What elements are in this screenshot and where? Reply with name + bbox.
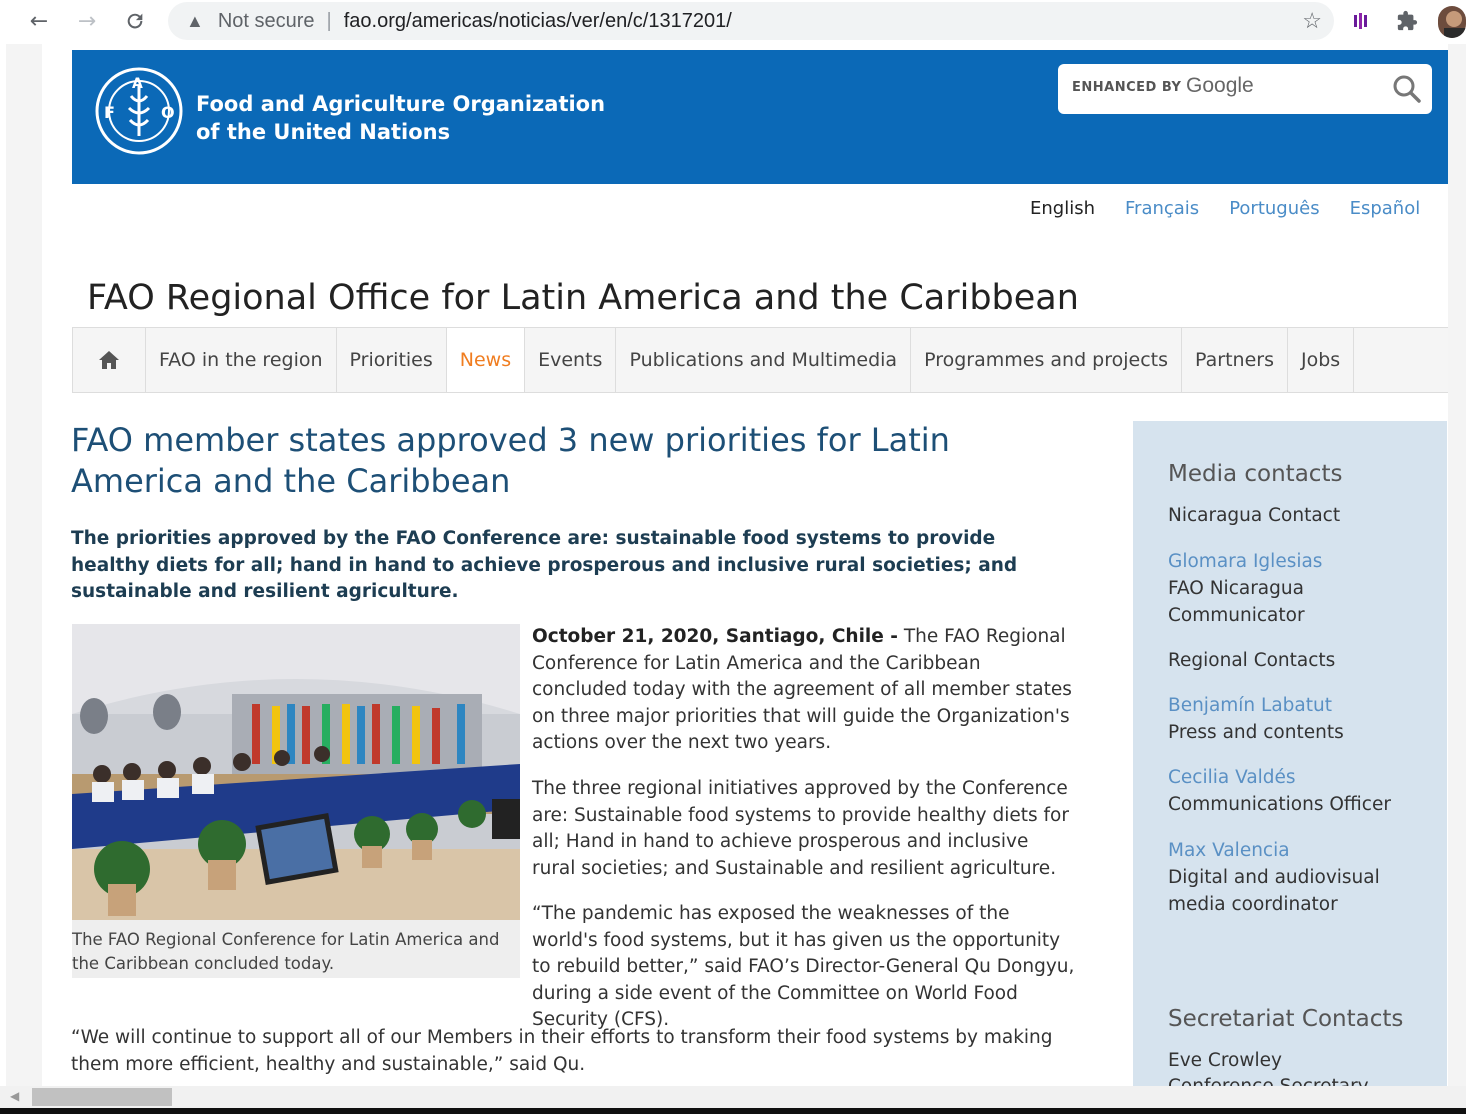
back-button[interactable]: ←: [24, 6, 54, 36]
article-lead: The priorities approved by the FAO Confe…: [71, 528, 1018, 602]
lang-spanish[interactable]: Español: [1350, 198, 1421, 219]
site-header: F A O Food and Agriculture Organization …: [72, 50, 1448, 184]
home-icon: [99, 351, 119, 369]
lang-portuguese[interactable]: Português: [1229, 198, 1319, 219]
article-figure: The FAO Regional Conference for Latin Am…: [72, 624, 520, 978]
conference-photo-illustration: [72, 624, 520, 920]
article-paragraph-1: October 21, 2020, Santiago, Chile - The …: [532, 624, 1077, 757]
nav-events[interactable]: Events: [525, 328, 617, 392]
extension-bars-icon: [1354, 13, 1367, 29]
page-title: FAO Regional Office for Latin America an…: [87, 278, 1079, 318]
scroll-left-icon[interactable]: ◀: [10, 1089, 19, 1103]
article-paragraph-4: “We will continue to support all of our …: [71, 1027, 1053, 1075]
forward-button[interactable]: →: [72, 6, 102, 36]
avatar-face-icon: [1444, 11, 1466, 38]
warning-icon: ▲: [186, 10, 204, 31]
contact-name-eve: Eve Crowley: [1168, 1050, 1282, 1071]
security-label: Not secure: [217, 9, 315, 32]
nav-news[interactable]: News: [446, 328, 526, 392]
nicaragua-contact-label: Nicaragua Contact: [1168, 505, 1341, 526]
horizontal-scrollbar[interactable]: ◀: [0, 1086, 1466, 1108]
taskbar: [0, 1108, 1466, 1114]
media-contacts-sidebar: Media contacts Nicaragua Contact Glomara…: [1133, 421, 1447, 1086]
secretariat-contacts-heading: Secretariat Contacts: [1168, 1006, 1404, 1032]
svg-text:F: F: [104, 103, 115, 122]
browser-toolbar: ← → ▲ Not secure | fao.org/americas/noti…: [0, 0, 1466, 42]
contact-role-cecilia: Communications Officer: [1168, 794, 1391, 815]
article-paragraph-2: The three regional initiatives approved …: [532, 778, 1069, 879]
media-contacts-heading: Media contacts: [1168, 461, 1343, 487]
lang-english[interactable]: English: [1030, 198, 1095, 219]
main-navigation: FAO in the region Priorities News Events…: [72, 327, 1448, 393]
article-paragraph-3: “The pandemic has exposed the weaknesses…: [532, 903, 1075, 1030]
profile-avatar[interactable]: [1438, 6, 1466, 38]
left-gutter: [6, 44, 42, 1086]
lang-french[interactable]: Français: [1125, 198, 1199, 219]
conference-photo[interactable]: [72, 624, 520, 920]
article-dateline: October 21, 2020, Santiago, Chile -: [532, 626, 898, 647]
org-name-line2: of the United Nations: [196, 120, 451, 144]
nav-home[interactable]: [72, 328, 146, 392]
forward-arrow-icon: →: [77, 8, 97, 34]
org-name[interactable]: Food and Agriculture Organization of the…: [196, 90, 605, 146]
puzzle-icon: [1397, 10, 1418, 31]
address-separator: |: [326, 9, 332, 32]
contact-link-glomara[interactable]: Glomara Iglesias: [1168, 551, 1322, 572]
contact-role-glomara: FAO Nicaragua Communicator: [1168, 578, 1305, 626]
contact-link-max[interactable]: Max Valencia: [1168, 840, 1290, 861]
search-brand-label: Google: [1186, 74, 1254, 97]
address-bar[interactable]: ▲ Not secure | fao.org/americas/noticias…: [168, 2, 1334, 40]
bookmark-star-icon[interactable]: ☆: [1302, 8, 1322, 34]
extension-icon[interactable]: [1346, 6, 1376, 36]
nav-fao-in-region[interactable]: FAO in the region: [146, 328, 337, 392]
search-input[interactable]: ENHANCED BY Google: [1058, 64, 1432, 114]
browser-window: ← → ▲ Not secure | fao.org/americas/noti…: [0, 0, 1466, 1114]
search-icon[interactable]: [1392, 74, 1422, 104]
article-title: FAO member states approved 3 new priorit…: [71, 421, 950, 500]
org-name-line1: Food and Agriculture Organization: [196, 92, 606, 116]
scrollbar-thumb[interactable]: [32, 1088, 172, 1106]
right-gutter: [1448, 44, 1466, 1086]
regional-contacts-label: Regional Contacts: [1168, 650, 1336, 671]
nav-jobs[interactable]: Jobs: [1288, 328, 1355, 392]
photo-caption: The FAO Regional Conference for Latin Am…: [72, 930, 500, 973]
contact-role-eve: Conference Secretary: [1168, 1074, 1438, 1086]
contact-role-benjamin: Press and contents: [1168, 722, 1344, 743]
back-arrow-icon: ←: [29, 8, 49, 34]
nav-programmes[interactable]: Programmes and projects: [911, 328, 1183, 392]
fao-logo-icon[interactable]: F A O: [94, 66, 184, 156]
extensions-button[interactable]: [1392, 6, 1422, 36]
nav-partners[interactable]: Partners: [1182, 328, 1288, 392]
reload-button[interactable]: [120, 6, 150, 36]
contact-link-cecilia[interactable]: Cecilia Valdés: [1168, 767, 1296, 788]
reload-icon: [127, 13, 143, 29]
nav-priorities[interactable]: Priorities: [337, 328, 447, 392]
url-text: fao.org/americas/noticias/ver/en/c/13172…: [343, 9, 732, 32]
contact-role-max: Digital and audiovisual media coordinato…: [1168, 867, 1380, 915]
search-enhanced-label: ENHANCED BY: [1072, 80, 1182, 95]
contact-link-benjamin[interactable]: Benjamín Labatut: [1168, 695, 1332, 716]
nav-publications[interactable]: Publications and Multimedia: [616, 328, 912, 392]
language-switcher: English Français Português Español: [1030, 198, 1420, 219]
svg-text:A: A: [132, 76, 143, 92]
svg-text:O: O: [161, 103, 175, 122]
